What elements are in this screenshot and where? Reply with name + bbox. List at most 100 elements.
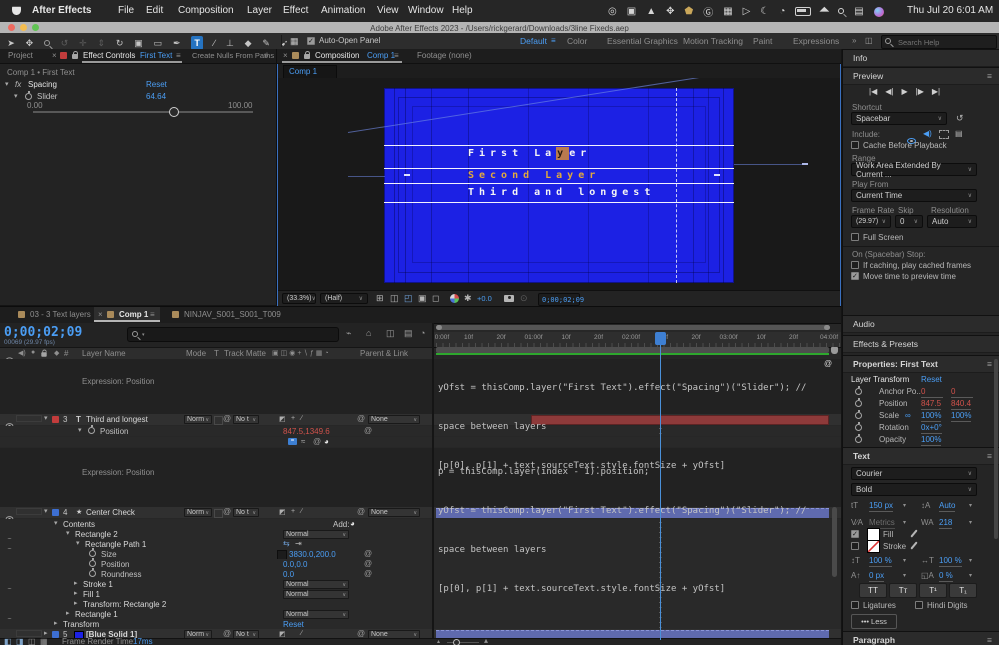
frame-rate-dropdown[interactable]: (29.97) ∨ [851, 215, 891, 228]
playhead-line[interactable] [660, 332, 661, 640]
tab-composition[interactable]: Composition [315, 51, 359, 61]
paragraph-panel-menu-icon[interactable]: ≡ [987, 635, 992, 645]
column-parent-link[interactable]: Parent & Link [360, 349, 408, 359]
dropbox-icon[interactable]: ✥ [666, 6, 674, 17]
menu-clock[interactable]: Thu Jul 20 6:01 AM [907, 5, 993, 16]
play-icon[interactable]: ▷ [743, 6, 751, 17]
spotlight-icon[interactable] [838, 6, 845, 17]
tab-effect-controls[interactable]: Effect Controls [83, 51, 135, 61]
wifi-icon[interactable]: ◤ [818, 5, 831, 18]
opacity-value[interactable]: 100% [921, 435, 942, 446]
first-frame-button[interactable]: |◀ [869, 87, 877, 96]
draft-3d-icon[interactable]: ⌂ [366, 328, 371, 338]
timeline-scrollbar[interactable] [832, 507, 837, 577]
workspace-menu-icon[interactable]: ≡ [551, 36, 556, 46]
tab-project-close-icon[interactable]: × [52, 51, 57, 61]
fill-eyedropper-icon[interactable] [910, 529, 918, 538]
quality-switch-icon[interactable]: ∕ [301, 630, 302, 637]
workspace-motion-tracking[interactable]: Motion Tracking [683, 36, 743, 46]
stopwatch-icon[interactable] [89, 568, 96, 577]
do-not-disturb-icon[interactable]: ☾ [760, 6, 769, 17]
column-t[interactable]: T [214, 349, 219, 359]
slider-expand-icon[interactable]: ▾ [14, 92, 18, 102]
range-dropdown[interactable]: Work Area Extended By Current ... ∨ [851, 161, 977, 179]
panel-grid-icon[interactable]: ▦ [290, 36, 299, 47]
stroke-enabled-checkbox[interactable] [851, 542, 859, 550]
anchor-y-value[interactable]: 0 [951, 387, 973, 398]
kerning-chevron-icon[interactable]: ▾ [903, 518, 906, 528]
comp-marker-bin-icon[interactable] [831, 347, 838, 354]
rectangle-path1-label[interactable]: Rectangle Path 1 [85, 540, 146, 549]
scale-y-value[interactable]: 100% [951, 411, 972, 422]
blend-mode-dropdown[interactable]: Norm ∨ [184, 508, 212, 517]
font-size-chevron-icon[interactable]: ▾ [903, 501, 906, 511]
zoom-tool[interactable] [43, 36, 50, 50]
show-graph-icon[interactable]: ≈ [301, 437, 305, 446]
layer-label-color[interactable] [52, 416, 59, 423]
menu-help[interactable]: Help [452, 5, 473, 16]
text-panel-header[interactable]: Text ≡ [843, 447, 999, 465]
timeline-search-box[interactable]: ▾ [127, 327, 339, 342]
column-mode[interactable]: Mode [186, 349, 206, 359]
preview-panel-header[interactable]: Preview ≡ [843, 67, 999, 85]
timeline-tab-menu-icon[interactable]: ≡ [150, 310, 155, 320]
group-expand-icon[interactable]: ▾ [54, 520, 58, 528]
roundness-label[interactable]: Roundness [101, 570, 141, 579]
box-drive-icon[interactable]: ▲ [646, 6, 656, 17]
group-expand-icon[interactable]: ▾ [76, 540, 80, 548]
next-frame-button[interactable]: |▶ [916, 87, 924, 96]
collapse-switch-icon[interactable]: ◩ [279, 630, 286, 638]
viewer-subtab-comp1[interactable]: Comp 1 [283, 65, 337, 79]
property-pickwhip-icon[interactable]: @ [364, 549, 372, 558]
group-blend-dropdown[interactable]: Normal ∨ [283, 590, 349, 599]
position-property-label[interactable]: Position [100, 427, 128, 436]
sidebar-scrollbar[interactable] [994, 359, 998, 539]
properties-panel-menu-icon[interactable]: ≡ [987, 359, 992, 369]
resolution-dropdown[interactable]: (Half) ∨ [320, 292, 368, 304]
menu-composition[interactable]: Composition [178, 5, 234, 16]
tab-create-nulls[interactable]: Create Nulls From Paths [192, 51, 274, 61]
last-frame-button[interactable]: ▶| [932, 87, 940, 96]
previous-frame-button[interactable]: ◀| [885, 87, 893, 96]
stroke-eyedropper-icon[interactable] [910, 541, 918, 550]
properties-panel-header[interactable]: Properties: First Text ≡ [843, 355, 999, 373]
layer-label-color[interactable] [52, 509, 59, 516]
track-matte-dropdown[interactable]: No t ∨ [233, 508, 259, 517]
layer-name[interactable]: Third and longest [86, 415, 148, 424]
roto-brush-tool[interactable]: ✎ [262, 36, 270, 50]
matte-pickwhip-icon[interactable]: @ [223, 629, 231, 638]
tab-effect-controls-target[interactable]: First Text [140, 51, 172, 61]
group-blend-dropdown[interactable]: Normal ∨ [283, 580, 349, 589]
eraser-tool[interactable]: ◆ [245, 36, 252, 50]
viewer-timecode-box[interactable]: 0;00;02;09 [538, 292, 584, 306]
graph-editor-toggle-icon[interactable]: ◫ [28, 637, 36, 645]
stopwatch-icon[interactable] [88, 425, 95, 434]
full-screen-checkbox[interactable] [851, 233, 859, 241]
layer-handle-right[interactable] [714, 174, 720, 176]
tab-comp-close-icon[interactable]: × [283, 51, 288, 61]
property-expand-icon[interactable]: ▾ [78, 427, 82, 435]
effect-slider-track[interactable] [33, 111, 253, 113]
rotation-value[interactable]: 0x+0° [921, 423, 942, 434]
timeline-zoom-track[interactable] [447, 642, 479, 643]
keyboard-icon[interactable]: ▦ [723, 6, 732, 17]
pan-camera-tool[interactable]: ✛ [79, 36, 87, 50]
scale-x-value[interactable]: 100% [921, 411, 942, 422]
menu-view[interactable]: View [377, 5, 399, 16]
column-number[interactable]: # [64, 349, 68, 359]
type-tool[interactable]: T [191, 36, 203, 50]
group-expand-icon[interactable]: ▾ [66, 530, 70, 538]
one-password-icon[interactable]: ⬟ [684, 6, 693, 17]
hide-shy-layers-icon[interactable]: ◫ [386, 328, 395, 339]
clone-stamp-tool[interactable]: ⊥ [226, 36, 234, 50]
layer-name[interactable]: Center Check [86, 508, 135, 517]
stopwatch-icon[interactable] [855, 386, 862, 395]
paragraph-panel-header[interactable]: Paragraph ≡ [843, 631, 999, 645]
reset-preview-icon[interactable]: ↺ [956, 113, 964, 124]
time-ruler[interactable]: 0:00f 10f 20f 01:00f 10f 20f 02:00f 10f … [434, 332, 841, 348]
horizontal-scale-value[interactable]: 100 % [939, 556, 962, 567]
baseline-chevron-icon[interactable]: ▾ [903, 571, 906, 581]
subscript-button[interactable]: T₁ [949, 583, 977, 598]
auto-open-panel-checkbox[interactable] [307, 37, 315, 45]
stopwatch-icon[interactable] [855, 422, 862, 431]
